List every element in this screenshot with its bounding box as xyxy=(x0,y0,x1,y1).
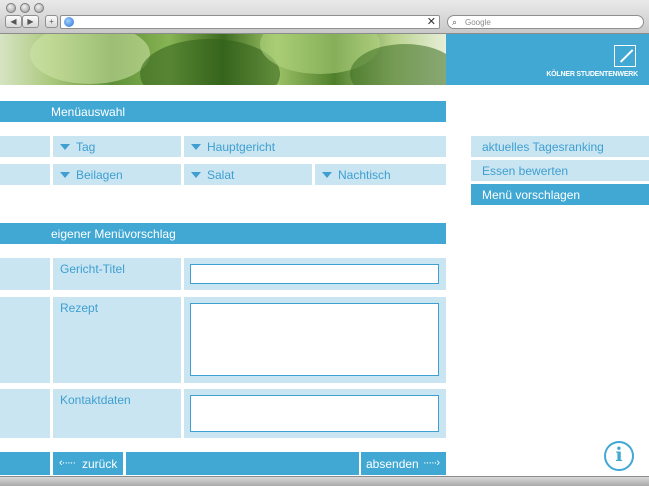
add-bookmark-button[interactable]: + xyxy=(45,15,58,28)
row-spacer xyxy=(0,164,50,185)
plus-icon: + xyxy=(49,17,54,26)
brand-name: KÖLNER STUDENTENWERK xyxy=(546,71,638,78)
dropdown-hauptgericht[interactable]: Hauptgericht xyxy=(184,136,446,157)
sidebar-item-label: Essen bewerten xyxy=(482,164,569,178)
back-link-label: zurück xyxy=(82,457,118,471)
dropdown-arrow-icon xyxy=(322,172,332,178)
info-icon[interactable]: i xyxy=(604,441,634,471)
row-spacer xyxy=(0,136,50,157)
address-bar[interactable]: ✕ xyxy=(60,15,440,29)
close-window-button[interactable] xyxy=(6,3,16,13)
dropdown-nachtisch-label: Nachtisch xyxy=(338,168,391,182)
back-link-button[interactable]: ‹····· zurück xyxy=(53,452,123,475)
kontaktdaten-input[interactable] xyxy=(190,395,439,432)
dropdown-salat-label: Salat xyxy=(207,168,235,182)
search-placeholder: Google xyxy=(465,18,491,27)
send-button[interactable]: absenden ·····› xyxy=(361,452,446,475)
dropdown-beilagen[interactable]: Beilagen xyxy=(53,164,181,185)
leaf-shape xyxy=(140,39,280,85)
rezept-label-cell: Rezept xyxy=(53,297,181,383)
gericht-titel-label-cell: Gericht-Titel xyxy=(53,258,181,290)
send-button-label: absenden xyxy=(366,457,419,471)
sidebar-item-label: Menü vorschlagen xyxy=(482,188,581,202)
arrow-right-icon: ·····› xyxy=(423,457,440,469)
forward-button[interactable]: ▶ xyxy=(22,15,39,28)
rezept-field-cell xyxy=(184,297,446,383)
browser-toolbar: ◀ ▶ + ✕ ⌕ Google xyxy=(0,0,649,34)
search-input[interactable]: ⌕ Google xyxy=(447,15,644,29)
row-spacer xyxy=(0,297,50,383)
search-icon: ⌕ xyxy=(452,17,458,27)
sidebar-item-essen-bewerten[interactable]: Essen bewerten xyxy=(471,160,649,181)
row-spacer xyxy=(0,258,50,290)
dropdown-salat[interactable]: Salat xyxy=(184,164,312,185)
dropdown-tag-label: Tag xyxy=(76,140,96,154)
kontaktdaten-field-cell xyxy=(184,389,446,438)
rezept-textarea[interactable] xyxy=(190,303,439,376)
zoom-window-button[interactable] xyxy=(34,3,44,13)
dropdown-arrow-icon xyxy=(60,172,70,178)
proposal-header: eigener Menüvorschlag xyxy=(0,223,446,244)
footer-spacer xyxy=(126,452,359,475)
forward-arrow-icon: ▶ xyxy=(27,17,34,26)
kontaktdaten-label: Kontaktdaten xyxy=(60,393,131,407)
rezept-label: Rezept xyxy=(60,301,99,315)
row-spacer xyxy=(0,389,50,438)
kontaktdaten-label-cell: Kontaktdaten xyxy=(53,389,181,438)
footer-spacer xyxy=(0,452,50,475)
proposal-title: eigener Menüvorschlag xyxy=(51,227,176,241)
gericht-titel-label: Gericht-Titel xyxy=(60,262,125,276)
header-lettuce-image xyxy=(0,34,446,85)
dropdown-nachtisch[interactable]: Nachtisch xyxy=(315,164,446,185)
dropdown-tag[interactable]: Tag xyxy=(53,136,181,157)
minimize-window-button[interactable] xyxy=(20,3,30,13)
gericht-titel-field-cell xyxy=(184,258,446,290)
sidebar-item-tagesranking[interactable]: aktuelles Tagesranking xyxy=(471,136,649,157)
leaf-shape xyxy=(30,34,150,84)
menu-selection-header: Menüauswahl xyxy=(0,101,446,122)
menu-selection-title: Menüauswahl xyxy=(51,105,126,119)
sidebar-item-label: aktuelles Tagesranking xyxy=(482,140,604,154)
sidebar-item-menu-vorschlagen[interactable]: Menü vorschlagen xyxy=(471,184,649,205)
dropdown-arrow-icon xyxy=(60,144,70,150)
arrow-left-icon: ‹····· xyxy=(59,457,76,469)
studentenwerk-logo-icon[interactable] xyxy=(614,45,636,67)
close-icon[interactable]: ✕ xyxy=(427,15,436,28)
back-arrow-icon: ◀ xyxy=(10,17,17,26)
window-bottom-bar xyxy=(0,476,649,486)
dropdown-hauptgericht-label: Hauptgericht xyxy=(207,140,276,154)
back-button[interactable]: ◀ xyxy=(5,15,22,28)
dropdown-beilagen-label: Beilagen xyxy=(76,168,123,182)
dropdown-arrow-icon xyxy=(191,172,201,178)
gericht-titel-input[interactable] xyxy=(190,264,439,284)
globe-icon xyxy=(64,17,74,27)
dropdown-arrow-icon xyxy=(191,144,201,150)
